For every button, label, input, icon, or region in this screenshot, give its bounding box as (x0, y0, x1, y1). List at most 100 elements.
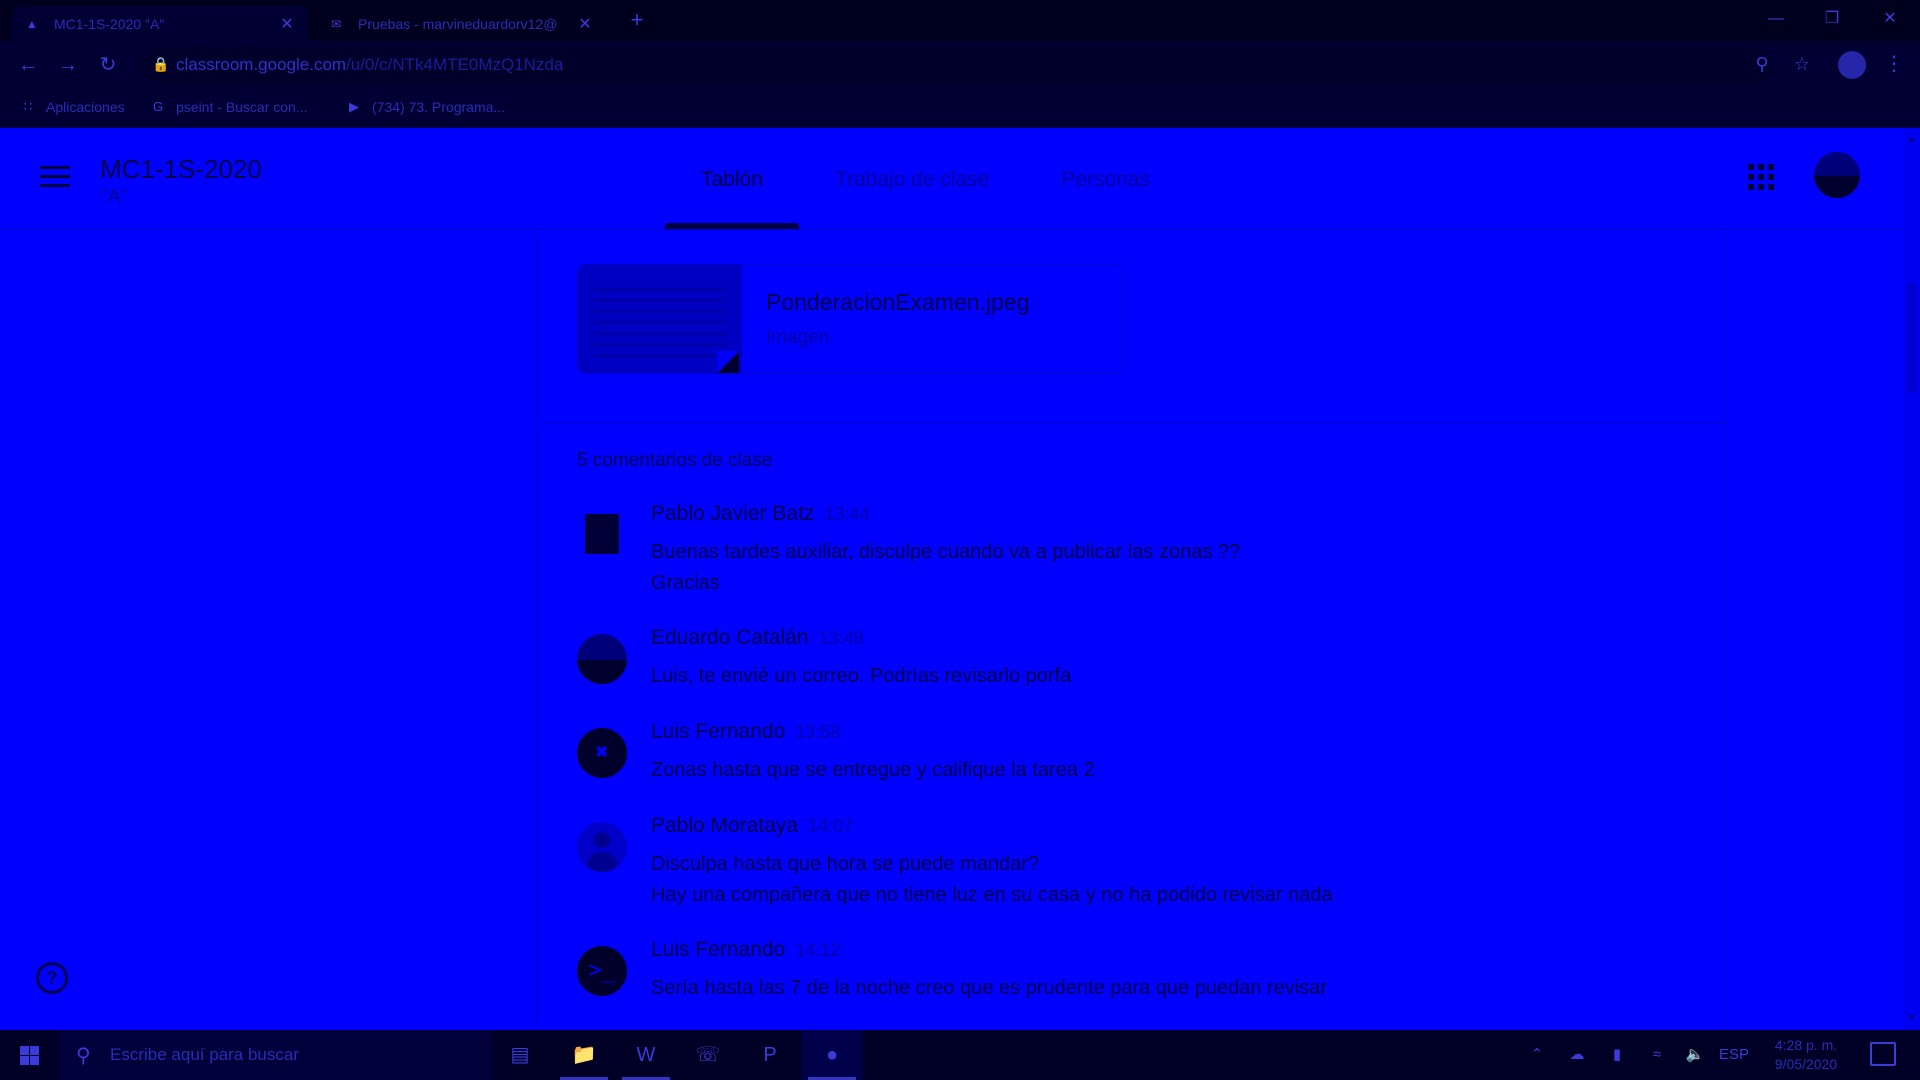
start-button[interactable] (0, 1030, 58, 1080)
photo-avatar (585, 514, 619, 554)
browser-menu-icon[interactable]: ⋮ (1882, 51, 1906, 79)
apps-icon: ∷ (23, 99, 33, 114)
close-tab-icon[interactable]: ✕ (576, 14, 594, 34)
tab-stream[interactable]: Tablón (665, 128, 799, 229)
post-card: PonderacionExamen.jpeg Imagen 5 comentar… (536, 230, 1728, 1030)
comment-time: 14:07 (808, 816, 854, 836)
restore-icon[interactable]: ❐ (1804, 0, 1860, 38)
url-host: classroom.google.com (176, 55, 347, 74)
reload-icon[interactable]: ↻ (94, 51, 122, 79)
comment-line: Buenas tardes auxiliar, disculpe cuando … (651, 541, 1241, 563)
bookmark-apps[interactable]: ∷ Aplicaciones (20, 99, 125, 115)
attachment-name[interactable]: PonderacionExamen.jpeg (766, 289, 1029, 316)
comments-count-link[interactable]: 5 comentarios de clase (577, 450, 772, 472)
terminal-avatar: >_ (577, 946, 627, 996)
language-indicator[interactable]: ESP (1716, 1030, 1752, 1080)
page-scrollbar[interactable]: ▲ ▼ (1903, 128, 1920, 1030)
account-avatar[interactable] (1814, 152, 1860, 198)
image-file-icon (717, 351, 739, 373)
word-icon[interactable]: W (616, 1030, 676, 1080)
tab-people[interactable]: Personas (1025, 128, 1186, 229)
bookmark-pseint[interactable]: G pseint - Buscar con... (150, 99, 308, 115)
bookmarks-bar: ∷ Aplicaciones G pseint - Buscar con... … (0, 90, 1920, 128)
scrollbar-thumb[interactable] (1906, 283, 1917, 393)
terminal-icon: >_ (588, 958, 616, 983)
battery-icon[interactable]: ▮ (1602, 1030, 1632, 1080)
comment-item: Eduardo Catalán 13:48 Luis, te envié un c… (577, 626, 1677, 696)
show-hidden-icons-icon[interactable]: ⌃ (1524, 1030, 1550, 1080)
powerpoint-icon[interactable]: P (740, 1030, 800, 1080)
volume-icon[interactable]: 🔈 (1680, 1030, 1710, 1080)
zoom-icon[interactable]: ⚲ (1750, 54, 1774, 76)
comment-author: Luis Fernando (651, 938, 786, 961)
address-bar[interactable]: 🔒 classroom.google.com/u/0/c/NTk4MTE0MzQ… (140, 47, 1772, 83)
comment-line: Hay una compañera que no tiene luz en su… (651, 884, 1333, 906)
scroll-up-icon[interactable]: ▲ (1903, 134, 1920, 144)
bookmark-label: (734) 73. Programa... (372, 99, 506, 115)
bookmark-label: pseint - Buscar con... (176, 99, 308, 115)
logo-icon: ✖ (595, 740, 609, 765)
browser-tab-strip: ▲ MC1-1S-2020 "A" ✕ ✉ Pruebas - marvined… (0, 0, 1920, 41)
class-title[interactable]: MC1-1S-2020 (100, 154, 262, 185)
comment-text: Buenas tardes auxiliar, disculpe cuando … (651, 537, 1240, 599)
comment-item: Pablo Morataya 14:07 Disculpa hasta que h… (577, 814, 1677, 914)
task-view-icon[interactable]: ▤ (490, 1030, 550, 1080)
clock-time: 4:28 p. m. (1774, 1037, 1838, 1053)
windows-logo-icon (20, 1046, 39, 1065)
comment-header: Pablo Morataya 14:07 (651, 814, 853, 838)
lock-icon: 🔒 (152, 56, 170, 72)
comment-header: Pablo Javier Batz 13:44 (651, 502, 869, 526)
help-icon[interactable]: ? (36, 962, 68, 994)
back-icon[interactable]: ← (14, 51, 42, 79)
comment-time: 13:44 (824, 504, 870, 524)
classroom-header: MC1-1S-2020 "A" Tablón Trabajo de clase … (0, 128, 1903, 230)
comment-author: Eduardo Catalán (651, 626, 809, 649)
attachment-type: Imagen (766, 327, 830, 348)
mail-icon: ✉ (330, 16, 342, 31)
comment-item: Pablo Javier Batz 13:44 Buenas tardes aux… (577, 502, 1677, 602)
onedrive-icon[interactable]: ☁ (1562, 1030, 1592, 1080)
whatsapp-icon[interactable]: ☏ (678, 1030, 738, 1080)
comment-time: 13:58 (795, 722, 841, 742)
comment-header: Eduardo Catalán 13:48 (651, 626, 864, 650)
search-icon: ⚲ (76, 1045, 91, 1067)
class-section: "A" (102, 186, 127, 206)
new-tab-button[interactable]: + (624, 8, 650, 34)
taskbar-clock[interactable]: 4:28 p. m. 9/05/2020 (1754, 1036, 1858, 1074)
comment-header: Luis Fernando 13:58 (651, 720, 840, 744)
comment-text: Zonas hasta que se entregue y califique … (651, 755, 1095, 786)
logo-avatar: ✖ (577, 728, 627, 778)
comment-author: Pablo Morataya (651, 814, 799, 837)
bookmark-label: Aplicaciones (46, 99, 125, 115)
url-text: classroom.google.com/u/0/c/NTk4MTE0MzQ1N… (176, 55, 563, 75)
taskbar-search-box[interactable]: ⚲ Escribe aquí para buscar (58, 1030, 492, 1080)
close-tab-icon[interactable]: ✕ (278, 14, 296, 34)
chrome-icon[interactable]: ● (802, 1030, 862, 1080)
browser-tab-mail[interactable]: ✉ Pruebas - marvineduardorv12@ ✕ (316, 6, 606, 41)
main-menu-icon[interactable] (40, 166, 70, 190)
attachment-card[interactable]: PonderacionExamen.jpeg Imagen (577, 264, 1123, 374)
comment-author: Pablo Javier Batz (651, 502, 815, 525)
class-tabs: Tablón Trabajo de clase Personas (665, 128, 1186, 229)
comment-text: Sería hasta las 7 de la noche creo que e… (651, 973, 1327, 1004)
close-window-icon[interactable]: ✕ (1862, 0, 1918, 38)
search-placeholder: Escribe aquí para buscar (110, 1045, 299, 1064)
windows-taskbar: ⚲ Escribe aquí para buscar ▤ 📁 W ☏ P ● ⌃… (0, 1030, 1920, 1080)
google-apps-icon[interactable] (1748, 164, 1774, 190)
tab-classwork[interactable]: Trabajo de clase (799, 128, 1025, 229)
minimize-icon[interactable]: — (1748, 0, 1804, 38)
browser-tab-classroom[interactable]: ▲ MC1-1S-2020 "A" ✕ (12, 6, 308, 41)
bookmark-star-icon[interactable]: ☆ (1790, 54, 1814, 76)
scroll-down-icon[interactable]: ▼ (1903, 1012, 1920, 1022)
file-explorer-icon[interactable]: 📁 (554, 1030, 614, 1080)
bookmark-youtube[interactable]: ▶ (734) 73. Programa... (346, 99, 505, 115)
wifi-icon[interactable]: ≈ (1642, 1030, 1672, 1080)
browser-profile-avatar[interactable] (1838, 51, 1866, 79)
browser-toolbar: ← → ↻ 🔒 classroom.google.com/u/0/c/NTk4M… (0, 41, 1920, 90)
comment-text: Luis, te envié un correo. Podrías revisa… (651, 661, 1071, 692)
comment-author: Luis Fernando (651, 720, 786, 743)
forward-icon[interactable]: → (54, 51, 82, 79)
notifications-icon[interactable] (1870, 1042, 1896, 1066)
divider (537, 422, 1727, 423)
comment-header: Luis Fernando 14:12 (651, 938, 840, 962)
